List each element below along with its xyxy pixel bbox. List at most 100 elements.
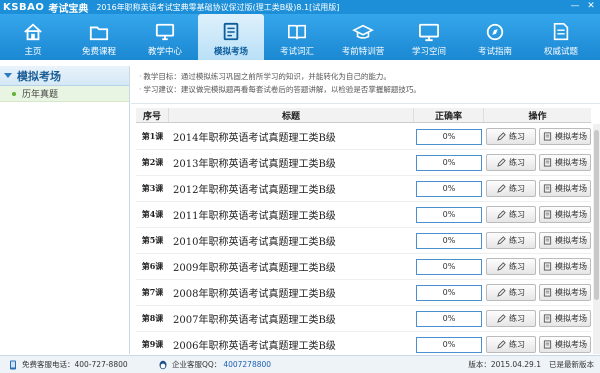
version-info: 版本：2015.04.29.1 已是最新版本	[468, 359, 600, 370]
practice-button[interactable]: 练习	[486, 232, 536, 249]
nav-item-label: 权威试题	[543, 47, 578, 57]
mock-exam-button[interactable]: 模拟考场	[539, 258, 591, 275]
exam-paper-icon	[543, 184, 552, 193]
vertical-scrollbar[interactable]	[593, 124, 600, 354]
nav-item-6[interactable]: 学习空间	[396, 14, 462, 60]
pencil-icon	[497, 314, 506, 323]
accuracy-bar: 0%	[416, 310, 482, 327]
practice-label: 练习	[509, 210, 525, 219]
row-title: 2010年职称英语考试真题理工类B级	[173, 237, 336, 248]
phone-icon	[10, 360, 16, 369]
sidebar-header[interactable]: 模拟考场	[0, 66, 129, 86]
exam-paper-icon	[543, 340, 552, 349]
practice-button[interactable]: 练习	[486, 310, 536, 327]
practice-label: 练习	[509, 132, 525, 141]
nav-item-3[interactable]: 模拟考场	[198, 14, 264, 60]
main-nav: 主页 免费课程 教学中心 模拟考场 考试词汇 考前特训营 学习空间 考试指南 权威试题	[0, 14, 600, 60]
mock-exam-button[interactable]: 模拟考场	[539, 154, 591, 171]
scroll-thumb[interactable]	[594, 130, 599, 300]
mock-exam-button[interactable]: 模拟考场	[539, 128, 591, 145]
row-num: 第9课	[141, 339, 164, 349]
practice-label: 练习	[509, 314, 525, 323]
nav-item-2[interactable]: 教学中心	[132, 14, 198, 60]
practice-button[interactable]: 练习	[486, 180, 536, 197]
mock-exam-button[interactable]: 模拟考场	[539, 284, 591, 301]
exam-icon	[223, 22, 239, 41]
cap-icon	[352, 24, 374, 39]
version-value: 2015.04.29.1	[490, 360, 541, 369]
nav-item-label: 模拟考场	[213, 47, 248, 57]
practice-label: 练习	[509, 158, 525, 167]
table-row: 第2课 2013年职称英语考试真题理工类B级 0% 练习 模拟考场	[136, 150, 591, 176]
qq-value[interactable]: 4007278800	[223, 360, 271, 369]
minimize-icon[interactable]: —	[568, 1, 582, 12]
exam-paper-icon	[543, 314, 552, 323]
nav-item-4[interactable]: 考试词汇	[264, 14, 330, 60]
nav-item-7[interactable]: 考试指南	[462, 14, 528, 60]
row-title: 2011年职称英语考试真题理工类B级	[173, 211, 336, 222]
mock-exam-button[interactable]: 模拟考场	[539, 310, 591, 327]
nav-item-5[interactable]: 考前特训营	[330, 14, 396, 60]
mock-exam-label: 模拟考场	[555, 210, 587, 219]
paper-icon	[553, 23, 569, 41]
row-num: 第2课	[141, 157, 164, 167]
row-title: 2007年职称英语考试真题理工类B级	[173, 315, 336, 326]
phone-value: 400-727-8800	[74, 360, 128, 369]
row-num: 第6课	[141, 261, 164, 271]
pencil-icon	[497, 184, 506, 193]
nav-item-1[interactable]: 免费课程	[66, 14, 132, 60]
row-title: 2009年职称英语考试真题理工类B级	[173, 263, 336, 274]
mock-exam-label: 模拟考场	[555, 288, 587, 297]
practice-button[interactable]: 练习	[486, 128, 536, 145]
latest-version-text: 已是最新版本	[549, 360, 594, 369]
accuracy-bar: 0%	[416, 284, 482, 301]
practice-button[interactable]: 练习	[486, 154, 536, 171]
practice-button[interactable]: 练习	[486, 336, 536, 353]
table-row: 第3课 2012年职称英语考试真题理工类B级 0% 练习 模拟考场	[136, 176, 591, 202]
col-rate-header: 正确率	[414, 108, 484, 122]
practice-button[interactable]: 练习	[486, 258, 536, 275]
pencil-icon	[497, 262, 506, 271]
table-row: 第1课 2014年职称英语考试真题理工类B级 0% 练习 模拟考场	[136, 124, 591, 150]
row-title: 2012年职称英语考试真题理工类B级	[173, 185, 336, 196]
book-icon	[288, 24, 306, 40]
bullet-icon	[12, 91, 16, 96]
tip-advice: · 学习建议：建议做完模拟题再看每套试卷后的答题讲解，以检验是否掌握解题技巧。	[139, 85, 421, 94]
mock-exam-button[interactable]: 模拟考场	[539, 206, 591, 223]
table-row: 第7课 2008年职称英语考试真题理工类B级 0% 练习 模拟考场	[136, 280, 591, 306]
folder-icon	[89, 26, 109, 41]
nav-item-8[interactable]: 权威试题	[528, 14, 594, 60]
close-icon[interactable]: ✕	[584, 1, 598, 12]
exam-paper-icon	[543, 210, 552, 219]
mock-exam-label: 模拟考场	[555, 158, 587, 167]
nav-item-label: 主页	[24, 47, 42, 57]
table-row: 第8课 2007年职称英语考试真题理工类B级 0% 练习 模拟考场	[136, 306, 591, 332]
qq-label: 企业客服QQ：	[172, 360, 222, 369]
practice-button[interactable]: 练习	[486, 284, 536, 301]
row-num: 第4课	[141, 209, 164, 219]
exam-paper-icon	[543, 158, 552, 167]
mock-exam-button[interactable]: 模拟考场	[539, 336, 591, 353]
title-bar: KSBAO 考试宝典 2016年职称英语考试宝典零基础协议保过版(理工类B级)8…	[0, 0, 600, 15]
col-title-header: 标题	[169, 108, 414, 122]
nav-item-label: 免费课程	[81, 47, 116, 57]
table-row: 第9课 2006年职称英语考试真题理工类B级 0% 练习 模拟考场	[136, 332, 591, 354]
service-phone: 免费客服电话： 400-727-8800	[0, 359, 158, 370]
practice-label: 练习	[509, 288, 525, 297]
row-num: 第8课	[141, 313, 164, 323]
tip-goal-text: 教学目标：通过模拟练习巩固之前所学习的知识，并能转化为自己的能力。	[143, 72, 391, 81]
version-label: 版本：	[468, 360, 491, 369]
accuracy-bar: 0%	[416, 154, 482, 171]
nav-item-0[interactable]: 主页	[0, 14, 66, 60]
sidebar-item-past-papers[interactable]: 历年真题	[0, 86, 129, 102]
table-body: 第1课 2014年职称英语考试真题理工类B级 0% 练习 模拟考场 第2课 2013年职称英…	[136, 124, 591, 354]
mock-exam-button[interactable]: 模拟考场	[539, 180, 591, 197]
pencil-icon	[497, 210, 506, 219]
nav-item-label: 考前特训营	[341, 47, 385, 57]
practice-button[interactable]: 练习	[486, 206, 536, 223]
mock-exam-button[interactable]: 模拟考场	[539, 232, 591, 249]
row-num: 第7课	[141, 287, 164, 297]
row-title: 2006年职称英语考试真题理工类B级	[173, 341, 336, 352]
sidebar: 模拟考场 历年真题	[0, 66, 130, 354]
window-title: 2016年职称英语考试宝典零基础协议保过版(理工类B级)8.1[试用版]	[96, 2, 340, 12]
